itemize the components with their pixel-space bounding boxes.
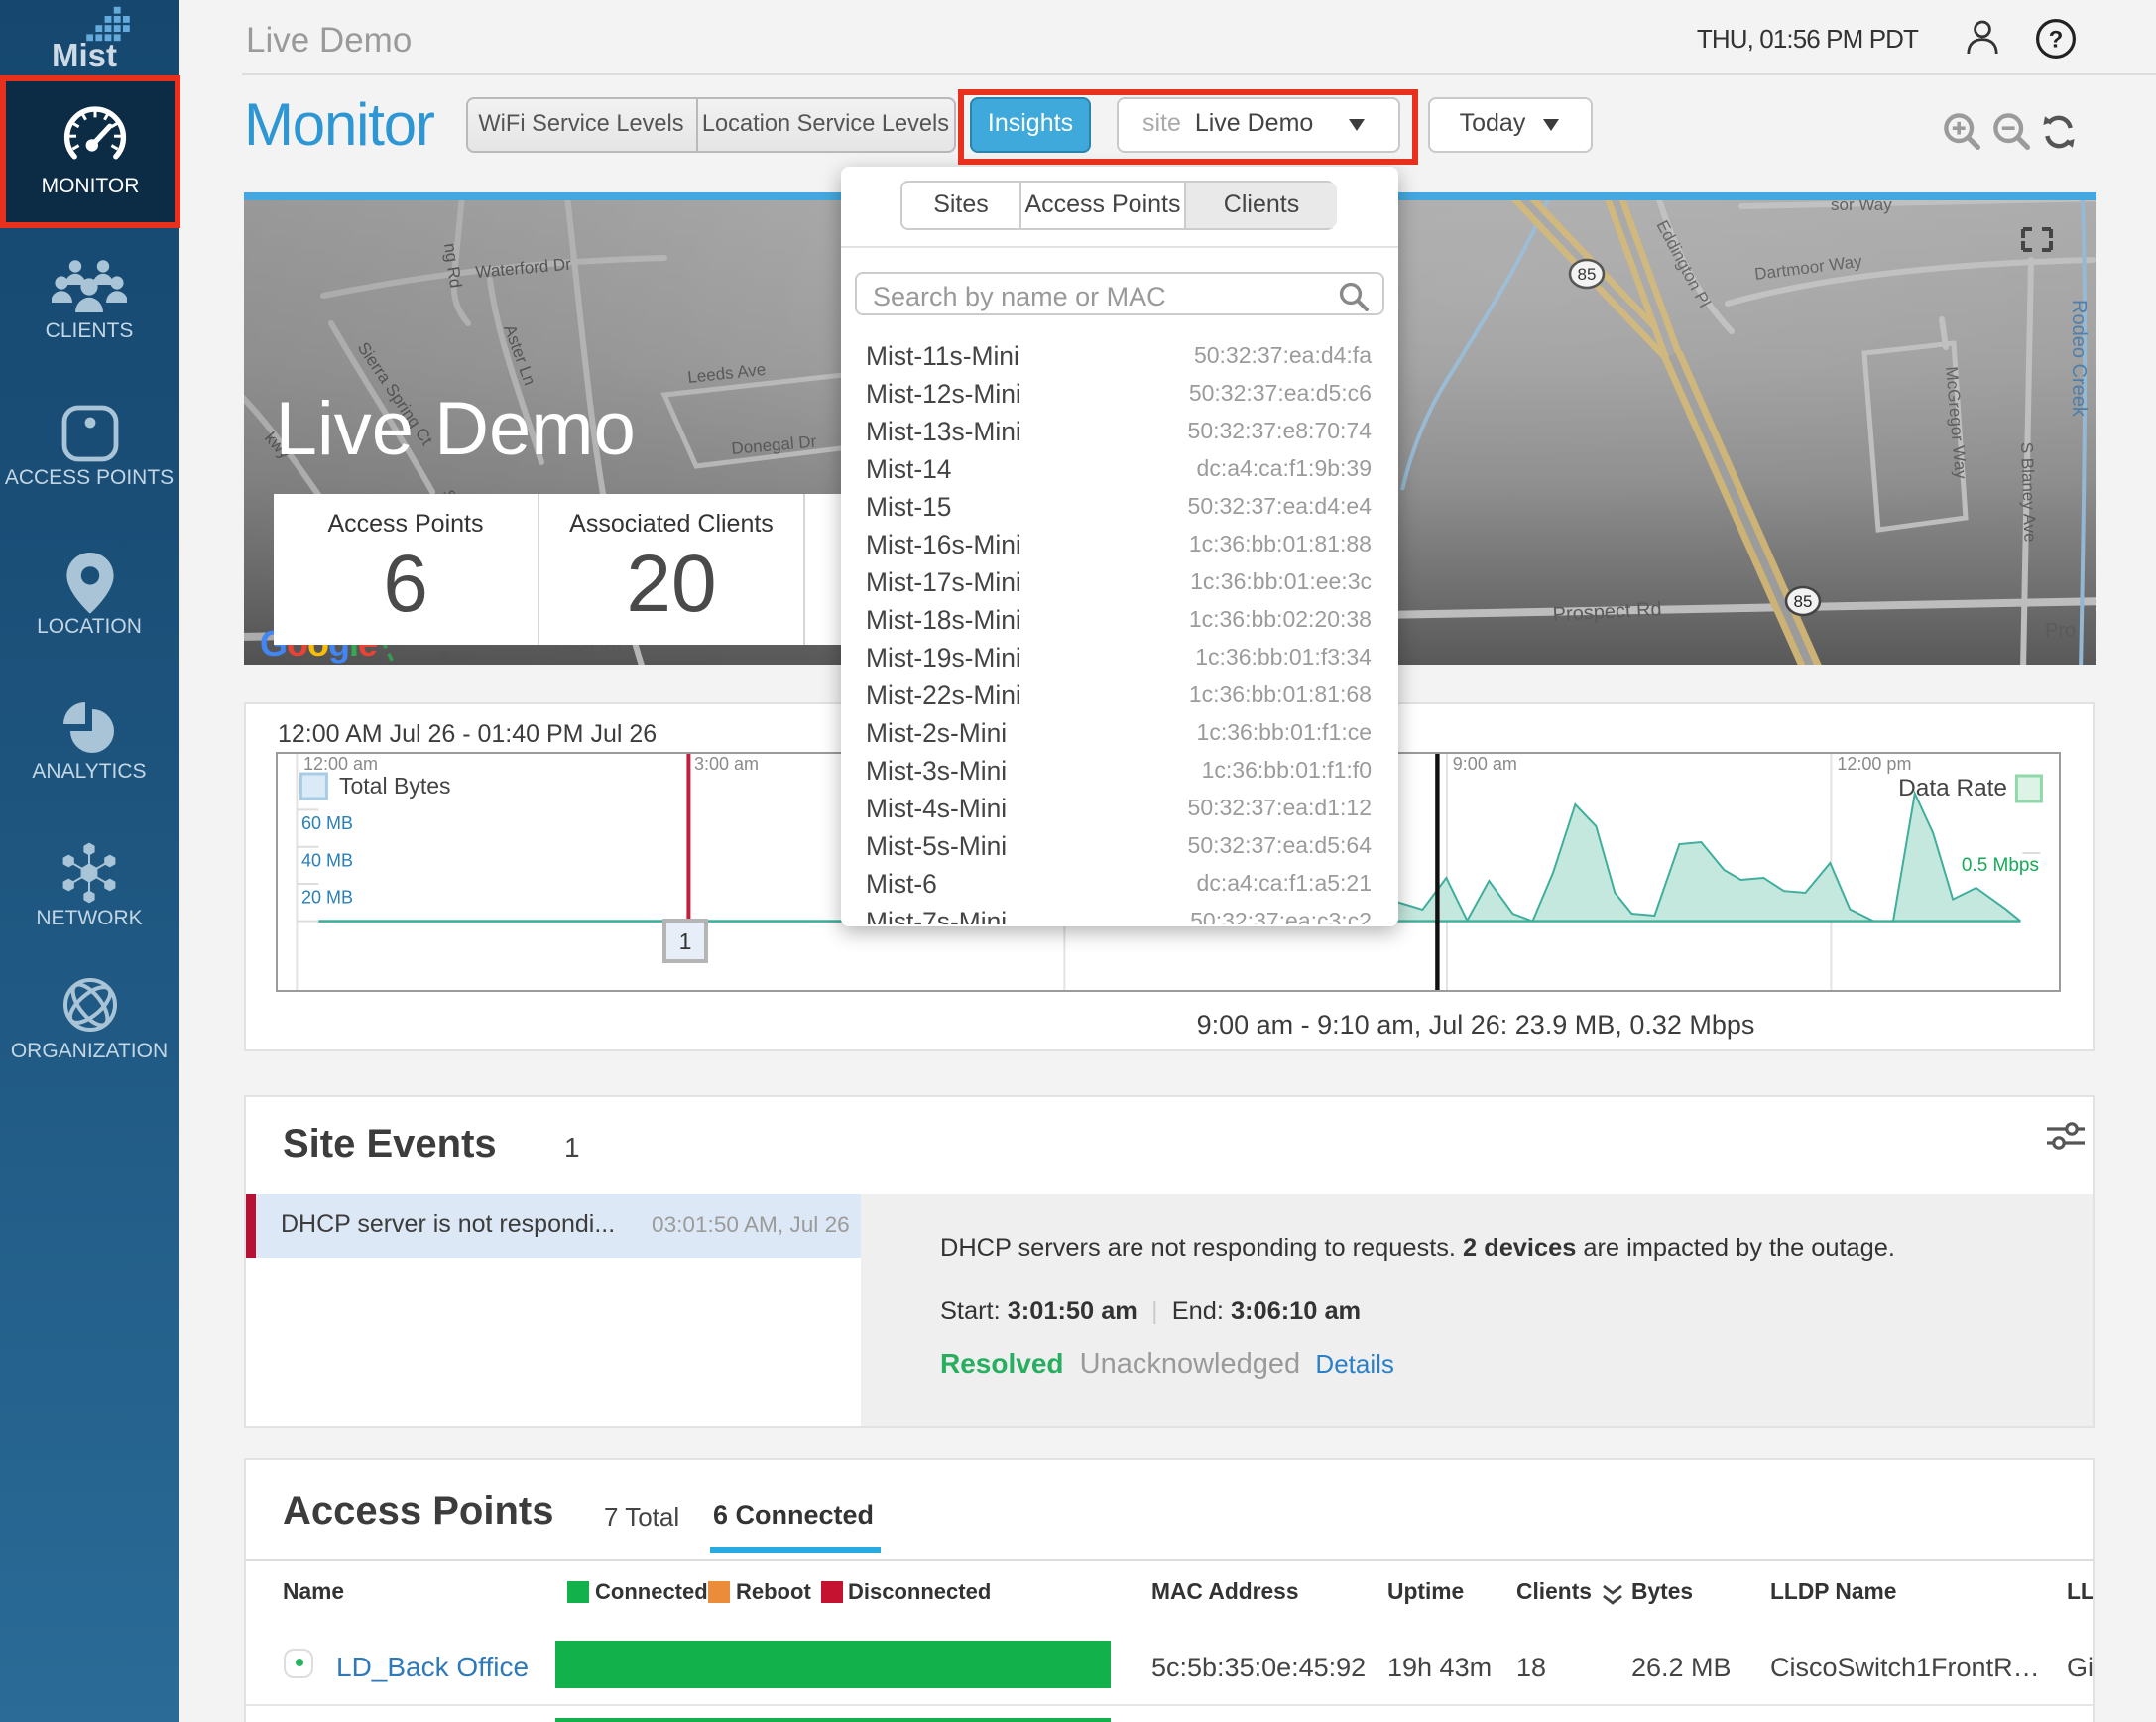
svg-text:12:00 pm: 12:00 pm	[1837, 753, 1911, 773]
svg-text:3:00 am: 3:00 am	[694, 753, 759, 773]
svg-text:1: 1	[678, 927, 691, 953]
svg-text:?: ?	[2049, 26, 2064, 53]
svg-text:12:00 am: 12:00 am	[303, 753, 378, 773]
svg-text:Total Bytes: Total Bytes	[339, 772, 451, 798]
svg-text:60 MB: 60 MB	[301, 812, 353, 832]
svg-text:Mist: Mist	[52, 37, 117, 71]
svg-text:9:00 am: 9:00 am	[1452, 753, 1516, 773]
svg-text:40 MB: 40 MB	[301, 849, 353, 869]
svg-text:20 MB: 20 MB	[301, 887, 353, 907]
svg-text:0.5 Mbps: 0.5 Mbps	[1961, 854, 2038, 875]
